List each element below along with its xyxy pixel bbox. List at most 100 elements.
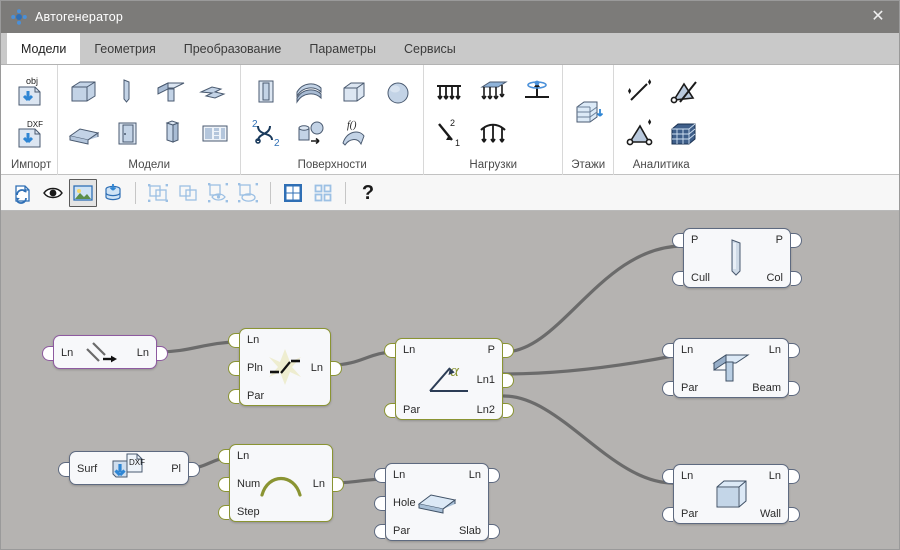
input-port-ln[interactable] [42, 346, 53, 361]
grid-small-icon[interactable] [309, 179, 337, 207]
input-port-hole[interactable] [374, 496, 385, 511]
import-obj-icon[interactable]: obj [12, 72, 50, 110]
tab-2[interactable]: Преобразование [170, 33, 296, 64]
node-slab[interactable]: LnHoleParLnSlab [385, 463, 489, 541]
tab-0[interactable]: Модели [7, 33, 80, 64]
select-union-icon[interactable] [144, 179, 172, 207]
revolve-cylinder-icon[interactable] [291, 114, 329, 152]
select-preview-icon[interactable] [204, 179, 232, 207]
input-port-label-par: Par [403, 405, 420, 416]
folded-plate-icon[interactable] [196, 72, 234, 110]
svg-text:obj: obj [26, 76, 38, 86]
help-glyph: ? [362, 183, 374, 203]
input-port-pln[interactable] [228, 361, 239, 376]
node-body: LnPlnParLn [240, 329, 330, 405]
input-port-label-ln: Ln [393, 470, 405, 481]
node-body: LnHoleParLnSlab [386, 464, 488, 540]
arched-load-icon[interactable] [474, 114, 512, 152]
node-angle-split[interactable]: αLnParPLn1Ln2 [395, 338, 503, 420]
triangle-mesh-node-icon[interactable] [620, 114, 658, 152]
input-port-par[interactable] [662, 507, 673, 522]
input-port-ln[interactable] [384, 343, 395, 358]
wall-panel-icon[interactable] [108, 114, 146, 152]
svg-text:2: 2 [450, 118, 455, 128]
column-icon[interactable] [108, 72, 146, 110]
input-port-label-hole: Hole [393, 498, 416, 509]
input-port-p[interactable] [672, 233, 683, 248]
input-port-par[interactable] [374, 524, 385, 539]
input-port-ln[interactable] [218, 449, 229, 464]
pillar-icon[interactable] [152, 114, 190, 152]
toolbar-separator [270, 182, 271, 204]
loft-curves-icon[interactable]: 22 [247, 114, 285, 152]
help-icon[interactable]: ? [354, 179, 382, 207]
input-port-label-ln: Ln [247, 335, 259, 346]
box-solid-icon[interactable] [64, 72, 102, 110]
input-port-ln[interactable] [228, 333, 239, 348]
input-port-label-par: Par [681, 509, 698, 520]
output-port-label-p: P [488, 345, 495, 356]
distributed-load-icon[interactable] [430, 72, 468, 110]
grid-panel-icon[interactable] [196, 114, 234, 152]
triangle-line-icon[interactable] [664, 72, 702, 110]
input-port-surf[interactable] [58, 462, 69, 477]
tab-4[interactable]: Сервисы [390, 33, 470, 64]
database-icon[interactable] [99, 179, 127, 207]
output-port-label-ln: Ln [769, 345, 781, 356]
select-subtract-icon[interactable] [174, 179, 202, 207]
title-bar: Автогенератор ✕ [1, 1, 900, 33]
mesh-grid-icon[interactable] [664, 114, 702, 152]
surface-load-icon[interactable] [474, 72, 512, 110]
node-graph-canvas[interactable]: LnLnLnPlnParLnαLnParPLn1Ln2PCullPColLnPa… [1, 211, 900, 550]
node-surface-import[interactable]: DXFSurfPl [69, 451, 189, 485]
input-port-num[interactable] [218, 477, 229, 492]
slab-plate-icon[interactable] [64, 114, 102, 152]
ribbon-group-icons [569, 69, 607, 159]
sweep-surface-icon[interactable] [291, 72, 329, 110]
output-port-label-ln1: Ln1 [477, 375, 495, 386]
sphere-icon[interactable] [379, 72, 417, 110]
input-port-ln[interactable] [374, 468, 385, 483]
beam-tee-icon[interactable] [152, 72, 190, 110]
output-port-label-ln: Ln [313, 479, 325, 490]
point-load-vector-icon[interactable]: 21 [430, 114, 468, 152]
input-port-step[interactable] [218, 505, 229, 520]
eye-preview-icon[interactable] [39, 179, 67, 207]
ribbon-group-2: 22f()Поверхности [241, 65, 424, 175]
output-port-label-col: Col [766, 273, 783, 284]
close-icon[interactable]: ✕ [855, 1, 900, 33]
input-port-cull[interactable] [672, 271, 683, 286]
import-dxf-icon[interactable]: DXF [12, 114, 50, 152]
support-reaction-icon[interactable] [518, 72, 556, 110]
input-port-par[interactable] [384, 403, 395, 418]
toolbar-separator [345, 182, 346, 204]
select-ellipse-icon[interactable] [234, 179, 262, 207]
input-port-ln[interactable] [662, 469, 673, 484]
tab-3[interactable]: Параметры [295, 33, 390, 64]
node-column[interactable]: PCullPCol [683, 228, 791, 288]
input-port-ln[interactable] [662, 343, 673, 358]
grid-large-icon[interactable] [279, 179, 307, 207]
line-node-icon[interactable] [620, 72, 658, 110]
ribbon: objDXFИмпортМодели22f()Поверхности21Нагр… [1, 65, 900, 175]
node-beam[interactable]: LnParLnBeam [673, 338, 789, 398]
input-port-label-ln: Ln [403, 345, 415, 356]
image-preview-icon[interactable] [69, 179, 97, 207]
extrude-surface-icon[interactable] [247, 72, 285, 110]
node-divide-curve[interactable]: LnNumStepLn [229, 444, 333, 522]
box-surface-icon[interactable] [335, 72, 373, 110]
input-port-label-surf: Surf [77, 464, 97, 475]
svg-text:1: 1 [455, 138, 460, 148]
node-wall[interactable]: LnParLnWall [673, 464, 789, 524]
node-line-intersect[interactable]: LnPlnParLn [239, 328, 331, 406]
tab-label: Сервисы [404, 42, 456, 56]
refresh-document-icon[interactable] [9, 179, 37, 207]
tab-label: Параметры [309, 42, 376, 56]
output-port-label-ln: Ln [137, 348, 149, 359]
input-port-par[interactable] [228, 389, 239, 404]
input-port-par[interactable] [662, 381, 673, 396]
storeys-stack-icon[interactable] [569, 93, 607, 131]
node-line-offset[interactable]: LnLn [53, 335, 157, 369]
function-surface-icon[interactable]: f() [335, 114, 373, 152]
tab-1[interactable]: Геометрия [80, 33, 169, 64]
